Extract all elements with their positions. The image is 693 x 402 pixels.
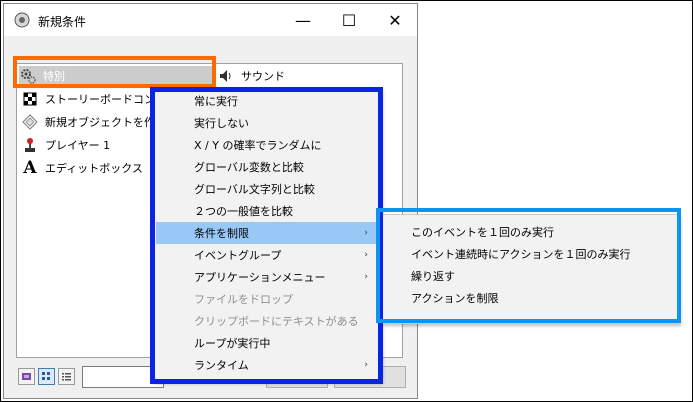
menu-item-compare-two-values[interactable]: ２つの一般値を比較 [156, 200, 376, 222]
list-item-player-1[interactable]: プレイヤー 1 [21, 135, 110, 155]
menu-item-restrict-conditions[interactable]: 条件を制限 › [156, 222, 376, 244]
menu-item-always[interactable]: 常に実行 [156, 90, 376, 112]
joystick-icon [21, 136, 39, 154]
list-item-label: プレイヤー 1 [45, 139, 111, 152]
menu-item-label: 常に実行 [194, 95, 238, 108]
submenu-item-restrict-actions[interactable]: アクションを制限 [384, 287, 674, 309]
submenu-item-run-once[interactable]: このイベントを１回のみ実行 [384, 221, 674, 243]
close-button[interactable]: ✕ [372, 4, 418, 36]
condition-context-menu: 常に実行 実行しない X / Y の確率でランダムに グローバル変数と比較 グロ… [153, 88, 381, 382]
view-list-button[interactable] [58, 368, 75, 385]
maximize-button[interactable]: ☐ [326, 4, 372, 36]
small-icons-icon [42, 372, 50, 380]
submenu-item-only-one-action-when-repeated[interactable]: イベント連続時にアクションを１回のみ実行 [384, 243, 674, 265]
menu-item-label: イベントグループ [194, 249, 282, 262]
menu-item-loop-running[interactable]: ループが実行中 [156, 332, 376, 354]
menu-item-label: ループが実行中 [194, 337, 271, 350]
filter-input[interactable] [82, 366, 164, 388]
menu-item-label: グローバル変数と比較 [194, 161, 304, 174]
diamond-outline-icon [21, 113, 39, 131]
submenu-arrow-icon: › [364, 250, 368, 260]
app-icon [14, 12, 30, 28]
menu-item-event-group[interactable]: イベントグループ › [156, 244, 376, 266]
list-item-label: 新規オブジェクトを作成 [45, 116, 166, 129]
menu-item-runtime[interactable]: ランタイム › [156, 354, 376, 376]
menu-item-random[interactable]: X / Y の確率でランダムに [156, 134, 376, 156]
letter-a-icon: A [23, 158, 37, 178]
menu-item-label: グローバル文字列と比較 [194, 183, 315, 196]
menu-item-file-drop[interactable]: ファイルをドロップ [156, 288, 376, 310]
submenu-arrow-icon: › [364, 228, 368, 238]
menu-item-label: ランタイム [194, 359, 249, 372]
minimize-button[interactable]: — [280, 4, 326, 36]
menu-item-label: ファイルをドロップ [194, 293, 293, 306]
menu-item-application-menu[interactable]: アプリケーションメニュー › [156, 266, 376, 288]
menu-item-label: 繰り返す [411, 270, 455, 283]
submenu-arrow-icon: › [364, 272, 368, 282]
menu-item-label: クリップボードにテキストがある [194, 315, 359, 328]
view-large-icons-button[interactable] [18, 368, 35, 385]
view-small-icons-button[interactable] [38, 368, 55, 385]
menu-item-compare-global-string[interactable]: グローバル文字列と比較 [156, 178, 376, 200]
menu-item-label: 条件を制限 [194, 227, 249, 240]
menu-item-label: アクションを制限 [411, 292, 499, 305]
gears-icon [19, 67, 37, 85]
window-title: 新規条件 [38, 15, 87, 29]
list-item-label: エディットボックス [45, 162, 143, 175]
menu-item-label: X / Y の確率でランダムに [194, 139, 322, 152]
list-item-special[interactable]: 特別 [19, 66, 214, 86]
menu-item-label: アプリケーションメニュー [194, 271, 326, 284]
list-item-label: 特別 [43, 70, 65, 83]
menu-item-compare-global-value[interactable]: グローバル変数と比較 [156, 156, 376, 178]
title-bar: 新規条件 — ☐ ✕ [4, 4, 417, 36]
list-item-create-object[interactable]: 新規オブジェクトを作成 [21, 112, 166, 132]
menu-item-never[interactable]: 実行しない [156, 112, 376, 134]
restrict-conditions-submenu: このイベントを１回のみ実行 イベント連続時にアクションを１回のみ実行 繰り返す … [381, 214, 679, 324]
menu-item-clipboard-text[interactable]: クリップボードにテキストがある [156, 310, 376, 332]
submenu-item-repeat[interactable]: 繰り返す [384, 265, 674, 287]
large-icons-icon [22, 373, 31, 380]
checkered-flag-icon [21, 90, 39, 108]
list-view-icon [62, 373, 71, 381]
submenu-arrow-icon: › [364, 360, 368, 370]
menu-item-label: このイベントを１回のみ実行 [411, 226, 554, 239]
list-item-label: サウンド [241, 70, 285, 83]
menu-item-label: イベント連続時にアクションを１回のみ実行 [411, 248, 631, 261]
speaker-icon [217, 67, 235, 85]
list-item-sound[interactable]: サウンド [217, 66, 285, 86]
menu-item-label: 実行しない [194, 117, 249, 130]
menu-item-label: ２つの一般値を比較 [194, 205, 293, 218]
list-item-edit-box[interactable]: A エディットボックス [21, 158, 143, 178]
